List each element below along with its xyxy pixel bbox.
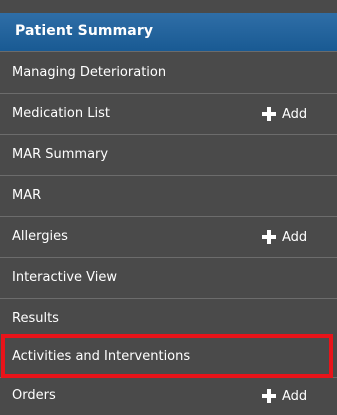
nav-item-orders[interactable]: Orders Add	[0, 378, 337, 415]
plus-icon	[262, 230, 276, 244]
add-label: Add	[282, 106, 308, 122]
nav-item-interactive-view[interactable]: Interactive View	[0, 258, 337, 299]
nav-header[interactable]: Patient Summary	[0, 13, 337, 52]
orders-add-button[interactable]: Add	[262, 387, 307, 405]
nav-item-label: MAR Summary	[12, 147, 109, 162]
allergies-add-button[interactable]: Add	[262, 228, 307, 246]
nav-item-label: Managing Deterioration	[12, 65, 167, 80]
nav-item-results[interactable]: Results	[0, 299, 337, 340]
plus-icon	[262, 107, 276, 121]
nav-item-label: Results	[12, 311, 59, 326]
patient-summary-nav: Patient Summary Managing Deterioration M…	[0, 0, 337, 415]
nav-item-mar-summary[interactable]: MAR Summary	[0, 135, 337, 176]
nav-item-label: Interactive View	[12, 270, 118, 285]
nav-item-allergies[interactable]: Allergies Add	[0, 217, 337, 258]
medication-list-add-button[interactable]: Add	[262, 105, 307, 123]
add-label: Add	[282, 229, 308, 245]
plus-icon	[262, 389, 276, 403]
add-label: Add	[282, 388, 308, 404]
nav-item-label: Medication List	[12, 106, 110, 121]
nav-item-label: Allergies	[12, 229, 68, 244]
nav-item-managing-deterioration[interactable]: Managing Deterioration	[0, 53, 337, 94]
nav-item-label: Activities and Interventions	[12, 349, 191, 364]
nav-item-activities-and-interventions[interactable]: Activities and Interventions	[0, 337, 337, 378]
nav-header-title: Patient Summary	[15, 23, 154, 39]
nav-item-mar[interactable]: MAR	[0, 176, 337, 217]
nav-item-label: Orders	[12, 388, 56, 403]
nav-item-label: MAR	[12, 188, 42, 203]
nav-item-medication-list[interactable]: Medication List Add	[0, 94, 337, 135]
